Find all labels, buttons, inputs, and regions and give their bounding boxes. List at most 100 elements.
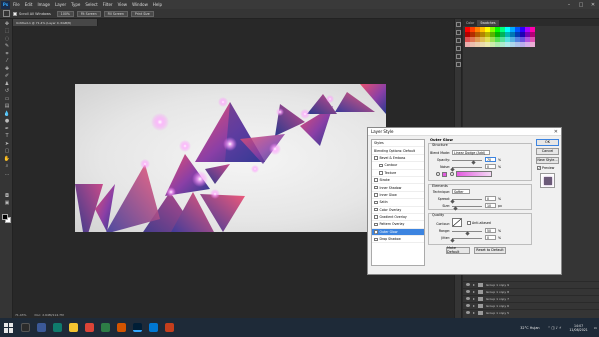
technique-select[interactable]: Softer <box>452 189 470 194</box>
tab-swatches[interactable]: Swatches <box>477 20 499 26</box>
eyedropper-tool-icon[interactable]: ⁄ <box>3 58 11 64</box>
dialog-title[interactable]: Layer Style <box>368 128 561 136</box>
cancel-button[interactable]: Cancel <box>536 148 559 155</box>
style-item-texture[interactable]: Texture <box>372 170 424 177</box>
eye-icon[interactable] <box>466 297 470 301</box>
blend-mode-select[interactable]: Linear Dodge (Add) <box>452 150 490 155</box>
expand-icon[interactable] <box>473 283 475 286</box>
eye-icon[interactable] <box>466 290 470 294</box>
move-tool-icon[interactable]: ✥ <box>3 21 11 27</box>
style-item-stroke[interactable]: Stroke <box>372 177 424 185</box>
checkbox[interactable] <box>374 237 378 242</box>
noise-slider[interactable] <box>452 167 482 168</box>
new-style-button[interactable]: New Style... <box>536 157 559 164</box>
menu-layer[interactable]: Layer <box>55 2 66 7</box>
menu-view[interactable]: View <box>118 2 128 7</box>
libraries-icon[interactable] <box>455 46 461 51</box>
expand-icon[interactable] <box>473 311 475 314</box>
lasso-tool-icon[interactable]: ◌ <box>3 36 11 42</box>
zoom-100-button[interactable]: 100% <box>56 10 74 17</box>
preview-checkbox[interactable]: ✓ <box>537 166 541 170</box>
document-canvas[interactable] <box>75 84 386 232</box>
tray-icons[interactable]: ⌃ ◫ ♪ ⚡ <box>548 326 562 330</box>
spread-slider[interactable] <box>452 199 482 200</box>
reset-default-button[interactable]: Reset to Default <box>474 247 506 254</box>
contour-picker[interactable] <box>452 218 462 227</box>
quick-mask-icon[interactable]: ◘ <box>3 193 11 199</box>
style-item-outer-glow[interactable]: ✓ Outer Glow <box>372 228 424 237</box>
checkbox[interactable] <box>374 156 378 160</box>
edit-toolbar-icon[interactable]: … <box>3 171 11 177</box>
ok-button[interactable]: OK <box>536 139 559 146</box>
marquee-tool-icon[interactable]: ⬚ <box>3 28 11 34</box>
style-item-styles[interactable]: Styles <box>372 140 424 148</box>
style-item-drop-shadow[interactable]: Drop Shadow <box>372 236 424 244</box>
spread-input[interactable]: 0 <box>485 196 496 201</box>
foreground-color-swatch[interactable] <box>2 214 8 220</box>
menu-image[interactable]: Image <box>37 2 50 7</box>
character-icon[interactable] <box>455 62 461 67</box>
shape-tool-icon[interactable]: ▢ <box>3 148 11 154</box>
style-item-blending-options[interactable]: Blending Options: Default <box>372 147 424 155</box>
notification-icon[interactable]: ▭ <box>594 326 597 330</box>
opacity-slider[interactable] <box>452 160 482 161</box>
office-icon[interactable] <box>117 323 126 332</box>
hand-tool-icon[interactable]: ✋ <box>3 156 11 162</box>
jitter-input[interactable]: 0 <box>485 235 496 240</box>
screen-mode-icon[interactable]: ▣ <box>3 200 11 206</box>
minimize-icon[interactable]: – <box>563 0 575 9</box>
expand-icon[interactable] <box>473 304 475 307</box>
style-item-inner-glow[interactable]: Inner Glow <box>372 192 424 200</box>
noise-input[interactable]: 0 <box>485 164 496 169</box>
chrome-icon[interactable] <box>85 323 94 332</box>
powerpoint-icon[interactable] <box>165 323 174 332</box>
brush-tool-icon[interactable]: ✐ <box>3 73 11 79</box>
menu-type[interactable]: Type <box>71 2 80 7</box>
clock[interactable]: 14:07 11/08/2021 <box>569 324 587 332</box>
properties-icon[interactable] <box>455 30 461 35</box>
zoom-level[interactable]: 71.43% <box>15 313 26 317</box>
menu-select[interactable]: Select <box>85 2 97 7</box>
search-icon[interactable] <box>21 323 30 332</box>
layer-row[interactable]: Group 1 copy 6 <box>463 302 599 309</box>
style-item-pattern-overlay[interactable]: Pattern Overlay <box>372 221 424 229</box>
adjustments-icon[interactable] <box>455 38 461 43</box>
anti-aliased-checkbox[interactable] <box>467 221 471 225</box>
clone-stamp-tool-icon[interactable]: ♟ <box>3 81 11 87</box>
path-select-tool-icon[interactable]: ➤ <box>3 141 11 147</box>
glow-gradient-picker[interactable] <box>456 171 492 177</box>
scroll-all-windows-checkbox[interactable] <box>13 11 17 16</box>
expand-icon[interactable] <box>473 297 475 300</box>
checkbox[interactable] <box>374 193 378 197</box>
style-item-bevel-emboss[interactable]: Bevel & Emboss <box>372 155 424 163</box>
checkbox[interactable] <box>374 215 378 219</box>
opacity-input[interactable]: 70 <box>485 157 496 162</box>
crop-tool-icon[interactable]: ⌗ <box>3 51 11 57</box>
swatch-cell[interactable] <box>530 42 535 47</box>
style-item-inner-shadow[interactable]: Inner Shadow <box>372 184 424 192</box>
size-input[interactable]: 10 <box>485 203 496 208</box>
gradient-tool-icon[interactable]: ▤ <box>3 103 11 109</box>
type-tool-icon[interactable]: T <box>3 133 11 139</box>
checkbox[interactable] <box>379 163 383 168</box>
photoshop-taskbar-icon[interactable] <box>133 323 142 332</box>
healing-brush-tool-icon[interactable]: ✚ <box>3 66 11 72</box>
file-explorer-icon[interactable] <box>69 323 78 332</box>
history-brush-tool-icon[interactable]: ↺ <box>3 88 11 94</box>
edge-browser-icon[interactable] <box>53 323 62 332</box>
quick-select-tool-icon[interactable]: ✎ <box>3 43 11 49</box>
eraser-tool-icon[interactable]: ▭ <box>3 96 11 102</box>
windows-start-icon[interactable] <box>4 322 14 333</box>
pen-tool-icon[interactable]: ✒ <box>3 126 11 132</box>
word-icon[interactable] <box>149 323 158 332</box>
style-item-gradient-overlay[interactable]: Gradient Overlay <box>372 214 424 222</box>
eye-icon[interactable] <box>466 311 470 315</box>
zoom-tool-icon[interactable]: ⌕ <box>3 163 11 169</box>
menu-edit[interactable]: Edit <box>25 2 33 7</box>
menu-filter[interactable]: Filter <box>103 2 113 7</box>
style-item-color-overlay[interactable]: Color Overlay <box>372 207 424 214</box>
checkbox[interactable] <box>379 171 383 175</box>
checkbox[interactable] <box>374 178 378 182</box>
gradient-radio[interactable] <box>450 172 454 176</box>
checkbox[interactable] <box>374 200 378 205</box>
